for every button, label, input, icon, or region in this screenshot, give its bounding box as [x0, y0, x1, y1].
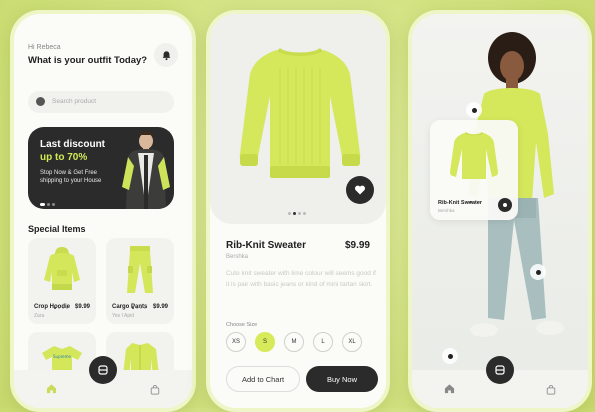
home-icon [46, 384, 57, 394]
favorite-button[interactable] [346, 176, 374, 204]
scan-button[interactable] [89, 356, 117, 384]
size-option-selected[interactable]: S [255, 332, 275, 352]
section-title: Special Items [28, 224, 86, 234]
product-brand: Yes I Apid [112, 313, 135, 319]
product-brand: Zara [34, 313, 45, 319]
banner-highlight: up to 70% [40, 152, 88, 163]
scan-button[interactable] [486, 356, 514, 384]
greeting-text: Hi Rebeca [28, 44, 61, 51]
product-card[interactable]: Cargo Pants $9.99 Yes I Apid [106, 238, 174, 324]
size-option[interactable]: XS [226, 332, 246, 352]
tshirt-print: Supreme [53, 354, 72, 359]
home-tab[interactable] [46, 381, 57, 399]
home-screen: Hi Rebeca What is your outfit Today? Sea… [10, 10, 196, 412]
product-tag-popup[interactable]: Rib-Knit Sweater Bershka [430, 120, 518, 220]
home-tab[interactable] [444, 381, 455, 399]
banner-pagination [40, 193, 57, 209]
popup-open-button[interactable] [498, 198, 512, 212]
banner-model-image [122, 131, 170, 209]
lookbook-screen: Rib-Knit Sweater Bershka [408, 10, 592, 412]
product-name: Cargo Pants [112, 304, 148, 310]
bag-icon [150, 384, 160, 395]
search-icon [36, 97, 45, 106]
heart-icon [354, 185, 366, 195]
hotspot-top[interactable] [466, 102, 482, 118]
bag-icon [546, 384, 556, 395]
product-description: Cute knit sweater with lime colour will … [226, 270, 376, 288]
product-name: Crop Hoodie [34, 304, 70, 310]
size-label: Choose Size [226, 322, 258, 328]
product-title: Rib-Knit Sweater [226, 240, 307, 251]
buy-now-button[interactable]: Buy Now [306, 366, 378, 392]
gallery-pagination [288, 202, 308, 220]
banner-text: Stop Now & Get Free shipping to your Hou… [40, 170, 102, 184]
product-price: $9.99 [152, 304, 168, 310]
add-to-cart-button[interactable]: Add to Chart [226, 366, 300, 392]
banner-title: Last discount [40, 139, 106, 150]
search-input[interactable]: Search product [28, 91, 174, 113]
scan-icon [98, 365, 108, 375]
product-brand: Bershka [226, 254, 249, 260]
bell-icon [162, 50, 170, 60]
home-icon [444, 384, 455, 394]
tab-bar [14, 356, 192, 408]
size-option[interactable]: XL [342, 332, 362, 352]
scan-icon [495, 365, 505, 375]
product-detail-screen: Rib-Knit Sweater $9.99 Bershka Cute knit… [206, 10, 390, 412]
size-option[interactable]: L [313, 332, 333, 352]
discount-banner[interactable]: Last discount up to 70% Stop Now & Get F… [28, 127, 174, 209]
product-price: $9.99 [74, 304, 90, 310]
notification-button[interactable] [154, 43, 178, 67]
hotspot-jeans[interactable] [530, 264, 546, 280]
bag-tab[interactable] [546, 382, 556, 400]
hoodie-image [44, 247, 80, 290]
product-gallery[interactable] [210, 14, 386, 224]
popup-product-name: Rib-Knit Sweater [438, 200, 483, 206]
hotspot-shoes[interactable] [442, 348, 458, 364]
product-price: $9.99 [344, 240, 370, 251]
size-selector: XS S M L XL [226, 332, 362, 352]
tab-bar [412, 356, 588, 408]
popup-product-brand: Bershka [438, 208, 455, 213]
sweater-image [239, 48, 361, 178]
search-placeholder: Search product [52, 98, 97, 105]
page-title: What is your outfit Today? [28, 55, 148, 66]
bag-tab[interactable] [150, 382, 160, 400]
size-option[interactable]: M [284, 332, 304, 352]
cargo-pants-image [127, 246, 153, 293]
product-card[interactable]: Crop Hoodie $9.99 Zara [28, 238, 96, 324]
sweater-thumbnail [450, 132, 498, 179]
